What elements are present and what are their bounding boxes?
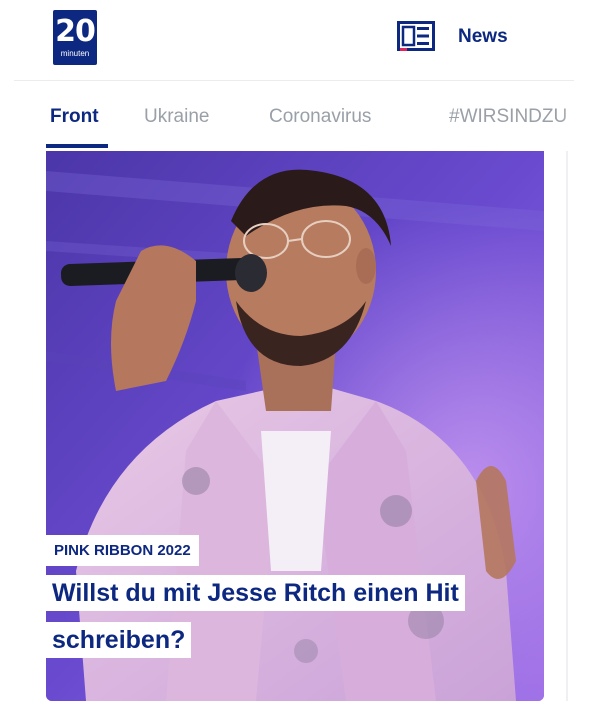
tab-front[interactable]: Front — [50, 106, 99, 128]
tabs-fade — [560, 95, 590, 145]
tab-wirsindzu[interactable]: #WIRSINDZU — [449, 106, 567, 128]
article-headline[interactable]: Willst du mit Jesse Ritch einen Hit schr… — [46, 575, 465, 658]
logo-number: 20 — [55, 14, 96, 49]
newspaper-icon[interactable] — [397, 21, 435, 51]
site-header: 20 minuten News — [0, 0, 590, 80]
tab-coronavirus[interactable]: Coronavirus — [269, 106, 371, 128]
logo-20-minuten[interactable]: 20 minuten — [53, 10, 97, 65]
logo-subtext: minuten — [60, 49, 90, 58]
article-kicker[interactable]: PINK RIBBON 2022 — [46, 535, 199, 566]
tab-ukraine[interactable]: Ukraine — [144, 106, 209, 128]
card-side-divider — [566, 151, 568, 701]
news-link[interactable]: News — [458, 26, 508, 48]
header-divider — [14, 80, 574, 81]
headline-container: Willst du mit Jesse Ritch einen Hit schr… — [46, 570, 546, 664]
active-tab-indicator — [46, 144, 108, 148]
